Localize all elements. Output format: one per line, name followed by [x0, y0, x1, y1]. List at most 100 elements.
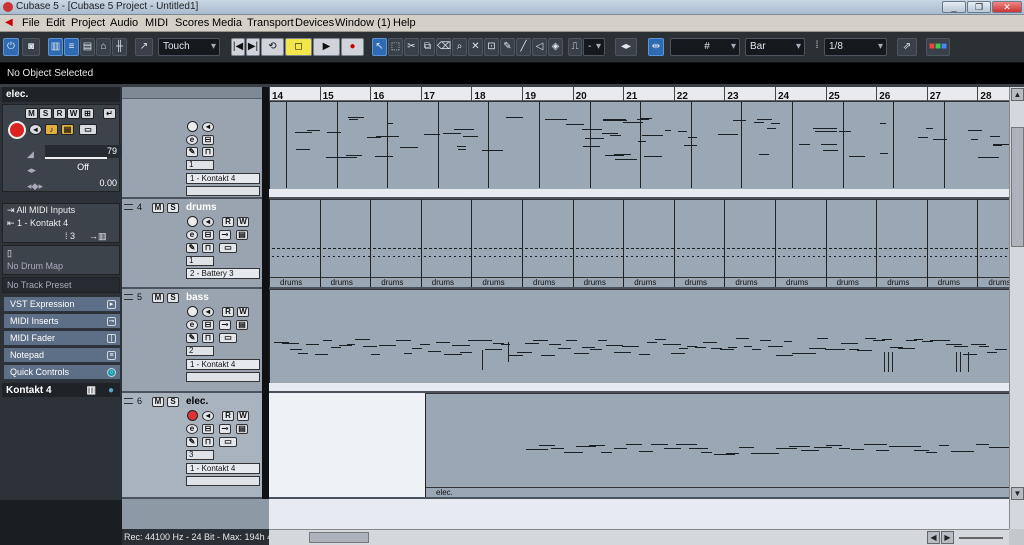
lanes-icon[interactable]: ▤ [236, 320, 248, 330]
automation-mode-select[interactable]: Touch [158, 38, 220, 56]
draw-icon[interactable]: ✎ [186, 147, 198, 157]
track-row[interactable]: 4 M S drums ◂ R W e ⊟ ⊸ ▤ ✎ ⊓ ▭ 1 2 - Ba… [122, 199, 269, 289]
comp-tool-icon[interactable]: ⊡ [484, 38, 499, 56]
midi-part[interactable] [269, 101, 1009, 189]
output-select[interactable]: 1 - Kontakt 4 [186, 463, 260, 474]
zoom-slider[interactable] [959, 537, 1003, 539]
read-button[interactable]: R [222, 307, 234, 317]
lock-icon[interactable]: ⊸ [219, 230, 231, 240]
go-to-end-icon[interactable]: ▶| [246, 38, 260, 56]
nudge-icon[interactable]: ◂▸ [615, 38, 637, 56]
drums-midi-part[interactable]: drums [522, 199, 573, 287]
menu-audio[interactable]: Audio [110, 17, 138, 29]
quantize-preset-select[interactable]: 1/8 [824, 38, 887, 56]
zoom-tool-icon[interactable]: ⌕ [452, 38, 467, 56]
edit-channel-icon[interactable]: e [186, 424, 198, 434]
solo-button[interactable]: S [167, 397, 179, 407]
draw-icon[interactable]: ✎ [186, 333, 198, 343]
track-name[interactable]: elec. [186, 396, 208, 407]
track-name[interactable]: bass [186, 292, 209, 303]
edit-instrument-button[interactable]: ⊞ [81, 108, 94, 119]
constrain-delay-icon[interactable]: ◙ [22, 38, 40, 56]
track-name[interactable]: drums [186, 202, 217, 213]
midi-output-select[interactable]: ⇤ 1 - Kontakt 4 [7, 217, 121, 230]
zoom-corner[interactable] [1009, 529, 1024, 545]
range-tool-icon[interactable]: ⬚ [388, 38, 403, 56]
channel-value[interactable]: 1 [186, 256, 214, 266]
color-tool-icon[interactable]: ◈ [548, 38, 563, 56]
edit-channel-icon[interactable]: e [186, 320, 198, 330]
drum-map-select[interactable]: No Drum Map [7, 260, 121, 273]
scroll-up-icon[interactable]: ▲ [1011, 88, 1024, 101]
draw-icon[interactable]: ✎ [186, 437, 198, 447]
record-icon[interactable]: ● [341, 38, 364, 56]
line-tool-icon[interactable]: ╱ [516, 38, 531, 56]
folder-icon[interactable]: ⊓ [202, 243, 214, 253]
scroll-left-icon[interactable]: ◀ [927, 531, 940, 544]
drums-midi-part[interactable]: drums [471, 199, 522, 287]
monitor-button[interactable]: ◂ [202, 217, 214, 227]
edit-channel-icon[interactable]: e [186, 135, 198, 145]
event-display[interactable]: drums drums drums drums drums drums drums drums… [269, 101, 1009, 529]
track-preset-select[interactable]: No Track Preset [2, 277, 120, 293]
snap-value-select[interactable]: - [583, 38, 605, 56]
solo-button[interactable]: S [39, 108, 52, 119]
drums-midi-part[interactable]: drums [977, 199, 1009, 287]
instrument-panel-icon[interactable]: →▥ [89, 231, 107, 241]
grid-type-select[interactable]: Bar [745, 38, 805, 56]
section-instrument[interactable]: Kontakt 4 ▥ ● [2, 383, 120, 397]
timebase-icon[interactable]: ▭ [219, 437, 237, 447]
object-select-tool-icon[interactable]: ↖ [372, 38, 387, 56]
menu-file[interactable]: File [22, 17, 40, 29]
section-midi-inserts[interactable]: MIDI Inserts ⊸ [4, 314, 120, 329]
play-icon[interactable]: ▶ [313, 38, 340, 56]
lanes-icon[interactable]: ▤ [236, 230, 248, 240]
monitor-button[interactable]: ◂ [29, 124, 42, 135]
section-vst-expression[interactable]: VST Expression ▸ [4, 297, 120, 312]
section-notepad[interactable]: Notepad ≡ [4, 348, 120, 363]
horizontal-scrollbar[interactable]: ◀ ▶ [269, 529, 1009, 545]
monitor-button[interactable]: ◂ [202, 307, 214, 317]
show-pool-icon[interactable]: ⌂ [96, 38, 111, 56]
lock-button[interactable]: ♪ [45, 124, 58, 135]
drums-midi-part[interactable]: drums [623, 199, 674, 287]
record-enable-button[interactable] [187, 216, 198, 227]
section-quick-controls[interactable]: Quick Controls ○ [4, 365, 120, 380]
restore-button[interactable]: ❐ [967, 1, 991, 13]
snap-type-select[interactable]: # [670, 38, 740, 56]
draw-tool-icon[interactable]: ✎ [500, 38, 515, 56]
record-enable-button[interactable] [187, 306, 198, 317]
edit-channel-icon[interactable]: e [186, 230, 198, 240]
show-infoline-icon[interactable]: ≡ [64, 38, 79, 56]
drums-midi-part[interactable]: drums [775, 199, 826, 287]
track-lane-expand[interactable] [186, 372, 260, 382]
midi-channel-select[interactable]: ⁞ 3 →▥ [7, 230, 121, 243]
insert-icon[interactable]: ⊟ [202, 424, 214, 434]
menu-transport[interactable]: Transport [247, 17, 294, 29]
drums-midi-part[interactable]: drums [370, 199, 421, 287]
drums-midi-part[interactable]: drums [673, 199, 725, 287]
lanes-button[interactable]: ▤ [61, 124, 74, 135]
midi-part[interactable] [269, 289, 1009, 383]
automation-icon[interactable]: ↗ [135, 38, 153, 56]
timebase-button[interactable]: ▭ [79, 124, 97, 135]
snap-zero-crossing-icon[interactable]: ⇹ [648, 38, 664, 56]
write-button[interactable]: W [237, 307, 249, 317]
write-button[interactable]: W [237, 411, 249, 421]
drums-midi-part[interactable]: drums [269, 199, 320, 287]
horizontal-scroll-thumb[interactable] [309, 532, 369, 543]
folder-icon[interactable]: ⊓ [202, 333, 214, 343]
insert-icon[interactable]: ⊟ [202, 135, 214, 145]
split-tool-icon[interactable]: ✂ [404, 38, 419, 56]
read-button[interactable]: R [222, 411, 234, 421]
solo-button[interactable]: S [167, 203, 179, 213]
track-row[interactable]: ◂ e ⊟ ✎ ⊓ 1 1 - Kontakt 4 [122, 99, 269, 199]
draw-icon[interactable]: ✎ [186, 243, 198, 253]
autoscroll-icon[interactable]: ⎍ [568, 38, 582, 56]
menu-midi[interactable]: MIDI [145, 17, 168, 29]
drums-midi-part[interactable]: drums [420, 199, 472, 287]
go-to-start-icon[interactable]: |◀ [231, 38, 245, 56]
solo-button[interactable]: S [167, 293, 179, 303]
monitor-button[interactable]: ◂ [202, 411, 214, 421]
folder-icon[interactable]: ⊓ [202, 147, 214, 157]
